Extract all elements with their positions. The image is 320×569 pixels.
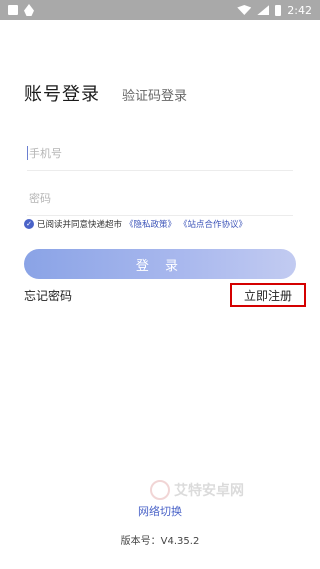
forgot-password-link[interactable]: 忘记密码 [24, 287, 72, 304]
status-right: 2:42 [237, 4, 312, 17]
watermark-text: 艾特安卓网 [174, 483, 244, 499]
phone-field[interactable] [27, 136, 293, 171]
login-button[interactable]: 登 录 [24, 249, 296, 279]
text-caret [27, 146, 28, 160]
login-tabs: 账号登录 验证码登录 [24, 80, 187, 106]
site-agreement-link[interactable]: 《站点合作协议》 [179, 218, 247, 230]
agreement-text: 已阅读并同意快递超市 [37, 220, 123, 230]
wifi-icon [237, 5, 252, 15]
watermark-logo-icon [150, 480, 170, 500]
status-time: 2:42 [287, 3, 312, 17]
watermark: 艾特安卓网 [150, 480, 244, 500]
network-switch-link[interactable]: 网络切换 [0, 503, 320, 519]
privacy-policy-link[interactable]: 《隐私政策》 [125, 218, 176, 230]
password-field[interactable] [27, 181, 293, 216]
notification-icon [8, 5, 18, 15]
register-button[interactable]: 立即注册 [230, 283, 306, 307]
status-bar: 2:42 [0, 0, 320, 20]
battery-icon [275, 4, 282, 16]
status-left [8, 4, 34, 16]
agreement-checkbox[interactable]: ✓ [24, 219, 34, 229]
app-notification-icon [24, 4, 34, 16]
register-label: 立即注册 [243, 288, 292, 303]
version-label: 版本号：V4.35.2 [120, 536, 200, 547]
password-input[interactable] [27, 191, 293, 205]
agreement-row: ✓ 已阅读并同意快递超市 《隐私政策》 《站点合作协议》 [24, 218, 247, 230]
signal-icon [257, 5, 270, 15]
tab-code-login[interactable]: 验证码登录 [122, 85, 187, 106]
tab-account-login[interactable]: 账号登录 [24, 80, 100, 106]
phone-input[interactable] [27, 146, 293, 160]
